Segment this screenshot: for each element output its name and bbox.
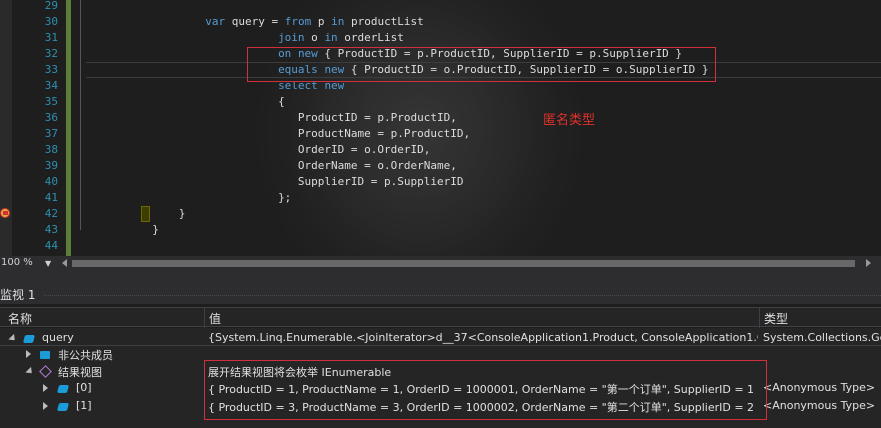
code-token: }; bbox=[278, 191, 292, 204]
code-line[interactable]: } bbox=[86, 222, 159, 238]
code-keyword: join bbox=[278, 31, 305, 44]
line-number: 33 bbox=[44, 63, 58, 76]
column-header-type[interactable]: 类型 bbox=[764, 310, 788, 327]
collapse-arrow-icon[interactable] bbox=[8, 333, 18, 344]
line-number: 37 bbox=[44, 127, 58, 140]
column-header-value[interactable]: 值 bbox=[209, 310, 221, 327]
line-number: 36 bbox=[44, 111, 58, 124]
code-keyword: var bbox=[205, 15, 226, 28]
watch-name: 结果视图 bbox=[58, 366, 102, 379]
code-token: OrderName = o.OrderName, bbox=[297, 159, 457, 172]
code-token: orderList bbox=[337, 31, 404, 44]
anonymous-type-highlight-box bbox=[247, 47, 716, 82]
watch-panel-title: 监视 1 bbox=[0, 288, 36, 302]
line-number-gutter: 29 30 31 32 33 34 35 36 37 38 39 40 41 42 43 44 bbox=[12, 0, 62, 256]
zoom-dropdown-icon[interactable]: ▼ bbox=[45, 259, 51, 268]
watch-type: <Anonymous Type> bbox=[763, 399, 876, 412]
code-token: { bbox=[278, 95, 285, 108]
code-line[interactable]: { bbox=[86, 94, 285, 110]
watch-name: [0] bbox=[76, 381, 92, 394]
current-statement-arrow-icon bbox=[0, 208, 10, 218]
watch-value: {System.Linq.Enumerable.<JoinIterator>d_… bbox=[208, 331, 758, 344]
line-number: 34 bbox=[44, 79, 58, 92]
code-line[interactable]: OrderName = o.OrderName, bbox=[86, 158, 457, 174]
code-keyword: in bbox=[331, 15, 345, 28]
change-tracking-bar bbox=[66, 0, 71, 256]
code-line[interactable]: ProductID = p.ProductID, bbox=[86, 110, 457, 126]
line-number: 30 bbox=[44, 15, 58, 28]
code-token: ProductName = p.ProductID, bbox=[297, 127, 471, 140]
expand-arrow-icon[interactable] bbox=[26, 350, 31, 358]
code-line[interactable]: join o in orderList bbox=[86, 30, 404, 46]
results-view-icon bbox=[39, 365, 52, 378]
code-line[interactable]: } bbox=[86, 206, 186, 222]
code-token: } bbox=[178, 207, 186, 220]
code-line[interactable]: SupplierID = p.SupplierID bbox=[86, 174, 464, 190]
collapse-arrow-icon[interactable] bbox=[25, 366, 35, 377]
watch-column-header: 名称 值 类型 bbox=[0, 307, 881, 327]
watch-type: System.Collections.Ge bbox=[763, 331, 881, 344]
line-number: 35 bbox=[44, 95, 58, 108]
code-editor[interactable]: 29 30 31 32 33 34 35 36 37 38 39 40 41 42 43 44 var que… bbox=[0, 0, 881, 256]
horizontal-scrollbar-thumb[interactable] bbox=[72, 260, 855, 267]
code-line[interactable]: var query = from p in productList bbox=[86, 14, 424, 30]
watch-name: 非公共成员 bbox=[58, 349, 113, 362]
line-number: 41 bbox=[44, 191, 58, 204]
code-token: ProductID = p.ProductID, bbox=[297, 111, 457, 124]
code-line[interactable]: ProductName = p.ProductID, bbox=[86, 126, 470, 142]
code-line[interactable]: }; bbox=[86, 190, 291, 206]
line-number: 44 bbox=[44, 239, 58, 252]
object-icon bbox=[56, 385, 70, 393]
object-icon bbox=[22, 335, 36, 343]
watch-panel-titlebar[interactable]: 监视 1 bbox=[0, 284, 881, 304]
code-token: SupplierID = p.SupplierID bbox=[297, 175, 464, 188]
scroll-left-icon[interactable] bbox=[62, 259, 67, 267]
line-number: 42 bbox=[44, 207, 58, 220]
watch-name: query bbox=[42, 331, 74, 344]
panel-splitter[interactable] bbox=[0, 271, 881, 284]
line-number: 29 bbox=[44, 0, 58, 12]
code-line[interactable]: OrderID = o.OrderID, bbox=[86, 142, 430, 158]
outline-fold-line bbox=[80, 0, 81, 230]
code-token: } bbox=[152, 223, 159, 236]
titlebar-grip bbox=[44, 295, 881, 296]
editor-status-bar: 100 % ▼ bbox=[0, 256, 881, 271]
code-token: o bbox=[304, 31, 325, 44]
watch-type: <Anonymous Type> bbox=[763, 381, 876, 394]
line-number: 32 bbox=[44, 47, 58, 60]
expand-arrow-icon[interactable] bbox=[43, 384, 48, 392]
line-number: 40 bbox=[44, 175, 58, 188]
code-token: p bbox=[311, 15, 332, 28]
zoom-level[interactable]: 100 % bbox=[1, 257, 33, 268]
expand-arrow-icon[interactable] bbox=[43, 402, 48, 410]
code-token: query = bbox=[225, 15, 285, 28]
code-keyword: from bbox=[284, 15, 312, 28]
annotation-anonymous-type: 匿名类型 bbox=[543, 113, 596, 128]
code-token: OrderID = o.OrderID, bbox=[297, 143, 431, 156]
row-divider bbox=[0, 345, 881, 346]
watch-name: [1] bbox=[76, 399, 92, 412]
line-number: 31 bbox=[44, 31, 58, 44]
line-number: 38 bbox=[44, 143, 58, 156]
line-number: 39 bbox=[44, 159, 58, 172]
code-token: productList bbox=[344, 15, 424, 28]
results-highlight-box bbox=[204, 360, 767, 420]
non-public-members-icon bbox=[40, 351, 50, 359]
scroll-right-icon[interactable] bbox=[866, 259, 871, 267]
column-header-name[interactable]: 名称 bbox=[8, 310, 32, 327]
object-icon bbox=[56, 403, 70, 411]
line-number: 43 bbox=[44, 223, 58, 236]
code-keyword: in bbox=[324, 31, 338, 44]
